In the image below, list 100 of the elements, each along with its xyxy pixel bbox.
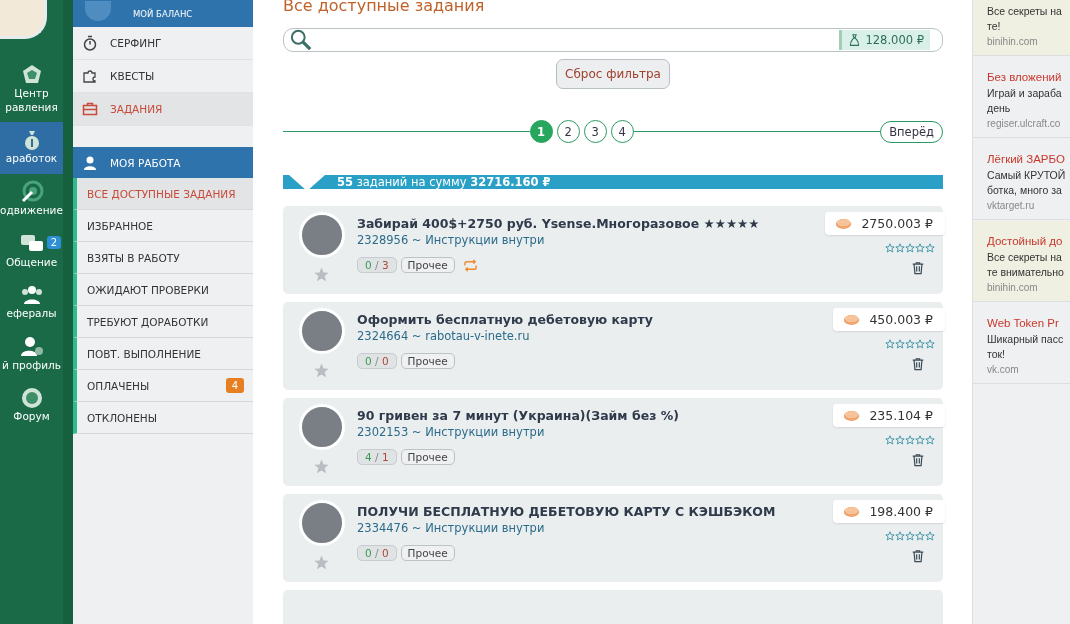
search-icon	[290, 29, 312, 51]
search-field[interactable]: 128.000 ₽	[283, 28, 943, 52]
stopwatch-icon	[82, 35, 98, 51]
nav-rail-item[interactable]: ефералы	[0, 277, 63, 329]
reward-price: 2750.003 ₽	[825, 212, 945, 235]
ad-text: те!	[987, 19, 1002, 34]
nav-rail-item[interactable]: й профиль	[0, 328, 63, 381]
task-card[interactable]: Забирай 400$+2750 руб. Ysense.Многоразовое ★★★★★ 2328956 ~ Инструкции внутри 0 / 3 Прочее 2750.003 ₽	[283, 206, 943, 294]
completion-counter: 0 / 0	[357, 353, 397, 369]
reward-price: 235.104 ₽	[833, 404, 945, 427]
ad-text: ток!	[987, 347, 1007, 362]
task-meta: 2324664 ~ rabotau-v-inete.ru	[357, 329, 531, 343]
category-tag: Прочее	[400, 353, 455, 369]
reward-price: 198.400 ₽	[833, 500, 945, 523]
nav-rail-item[interactable]: одвижение	[0, 173, 63, 226]
task-meta: 2334476 ~ Инструкции внутри	[357, 521, 546, 535]
category-tag: Прочее	[400, 449, 455, 465]
coin-icon	[843, 313, 861, 326]
photo-placeholder	[299, 212, 345, 258]
ad-domain: binihin.com	[987, 35, 1039, 49]
ad-title[interactable]: Лёгкий ЗАРБО	[987, 151, 1070, 168]
ad-text: день	[987, 101, 1012, 116]
favorite-star-icon[interactable]	[313, 266, 330, 283]
briefcase-icon	[82, 101, 98, 117]
menu-item[interactable]: ОТКЛОНЕНЫ	[73, 402, 253, 434]
ad-title[interactable]: Без вложений	[987, 69, 1070, 86]
reset-filter-button[interactable]: Сброс фильтра	[556, 59, 670, 89]
page-link[interactable]: 4	[610, 120, 634, 143]
ad-text: ботка, много за	[987, 183, 1063, 198]
menu-item[interactable]: ОПЛАЧЕНЫ 4	[73, 370, 253, 402]
ad-domain: binihin.com	[987, 281, 1039, 295]
ad-block[interactable]: Все секреты на те! binihin.com	[973, 0, 1070, 56]
favorite-star-icon[interactable]	[313, 458, 330, 475]
page-title: Все доступные задания	[283, 0, 486, 14]
menu-item[interactable]: ИЗБРАННОЕ	[73, 210, 253, 242]
ad-domain: regiser.ulcraft.co	[987, 117, 1062, 131]
menu-item[interactable]: ПОВТ. ВЫПОЛНЕНИЕ	[73, 338, 253, 370]
balance-header[interactable]: МОЙ БАЛАНС	[73, 0, 253, 27]
favorite-star-icon[interactable]	[313, 554, 330, 571]
nav-label: одвижение	[0, 203, 63, 218]
completion-counter: 0 / 0	[357, 545, 397, 561]
task-card[interactable]: 90 гривен за 7 минут (Украина)(Займ без %) 2302153 ~ Инструкции внутри 4 / 1 Прочее 235.104 ₽	[283, 398, 943, 486]
ad-text: Шикарный пасс	[987, 332, 1065, 347]
user-avatar[interactable]	[0, 0, 47, 39]
task-title[interactable]: Оформить бесплатную дебетовую карту	[357, 312, 834, 327]
task-meta: 2302153 ~ Инструкции внутри	[357, 425, 546, 439]
nav-label: Общение	[5, 255, 58, 270]
coin-icon	[835, 217, 853, 230]
reward-price: 450.003 ₽	[833, 308, 945, 331]
target-icon	[19, 179, 44, 204]
task-title[interactable]: Забирай 400$+2750 руб. Ysense.Многоразовое ★★★★★	[357, 216, 826, 231]
coin-icon	[843, 409, 861, 422]
nav-label: аработок	[5, 152, 58, 166]
favorite-star-icon[interactable]	[313, 362, 330, 379]
task-meta: 2328956 ~ Инструкции внутри	[357, 233, 546, 247]
nav-rail-item[interactable]: 2 Общение	[0, 225, 63, 278]
ad-title[interactable]: Web Token Pr	[987, 315, 1070, 332]
repeat-icon	[462, 257, 478, 273]
menu-item[interactable]: ВЗЯТЫ В РАБОТУ	[73, 242, 253, 274]
task-title[interactable]: 90 гривен за 7 минут (Украина)(Займ без %)	[357, 408, 834, 423]
nav-rail-item[interactable]: аработок	[0, 122, 63, 174]
ad-text: Все секреты на	[987, 250, 1063, 265]
unread-badge: 2	[46, 235, 61, 249]
menu-item[interactable]: ТРЕБУЮТ ДОРАБОТКИ	[73, 306, 253, 338]
trash-icon[interactable]	[911, 357, 925, 371]
page-link[interactable]: 2	[556, 120, 580, 143]
completion-counter: 4 / 1	[357, 449, 397, 465]
trash-icon[interactable]	[911, 549, 925, 563]
menu-item[interactable]: ВСЕ ДОСТУПНЫЕ ЗАДАНИЯ	[73, 178, 253, 210]
task-title[interactable]: ПОЛУЧИ БЕСПЛАТНУЮ ДЕБЕТОВУЮ КАРТУ С КЭШБЭКОМ	[357, 504, 834, 519]
ad-domain: vk.com	[987, 363, 1020, 377]
task-card[interactable]: ПОЛУЧИ БЕСПЛАТНУЮ ДЕБЕТОВУЮ КАРТУ С КЭШБЭКОМ 2334476 ~ Инструкции внутри 0 / 0 Прочее 198.400 ₽	[283, 494, 943, 582]
balance-amount: 128.000 ₽	[865, 33, 924, 47]
ad-title[interactable]: Достойный до	[987, 233, 1070, 250]
ad-text: те внимательно	[987, 265, 1065, 280]
ad-block[interactable]: Достойный до Все секреты на те внимательно binihin.com	[973, 221, 1070, 302]
nav-rail-item[interactable]: Форум	[0, 380, 63, 433]
photo-placeholder	[299, 308, 345, 354]
menu-item[interactable]: ЗАДАНИЯ	[73, 93, 253, 126]
puzzle-icon	[82, 68, 98, 84]
category-tag: Прочее	[400, 545, 455, 561]
page-link[interactable]: 3	[583, 120, 607, 143]
count-badge: 4	[225, 378, 244, 393]
menu-item[interactable]: СЕРФИНГ	[73, 27, 253, 60]
ad-text: Самый КРУТОЙ	[987, 168, 1067, 183]
nav-label: Центр равления	[5, 87, 58, 115]
ad-text: Все секреты на	[987, 4, 1063, 19]
trash-icon[interactable]	[911, 453, 925, 467]
menu-item[interactable]: ОЖИДАЮТ ПРОВЕРКИ	[73, 274, 253, 306]
category-tag: Прочее	[400, 257, 455, 273]
trash-icon[interactable]	[911, 261, 925, 275]
nav-label: ефералы	[6, 307, 57, 321]
nav-label: й профиль	[2, 358, 61, 373]
forum-icon	[19, 386, 44, 411]
summary-text: 55 заданий на сумму 32716.160 ₽	[337, 175, 551, 189]
task-card[interactable]: Оформить бесплатную дебетовую карту 2324664 ~ rabotau-v-inete.ru 0 / 0 Прочее 450.003 ₽	[283, 302, 943, 390]
photo-placeholder	[299, 404, 345, 450]
user-gear-icon	[19, 334, 44, 359]
nav-rail-item[interactable]: Центр равления	[0, 57, 63, 123]
ad-text: Играй и зараба	[987, 86, 1063, 101]
